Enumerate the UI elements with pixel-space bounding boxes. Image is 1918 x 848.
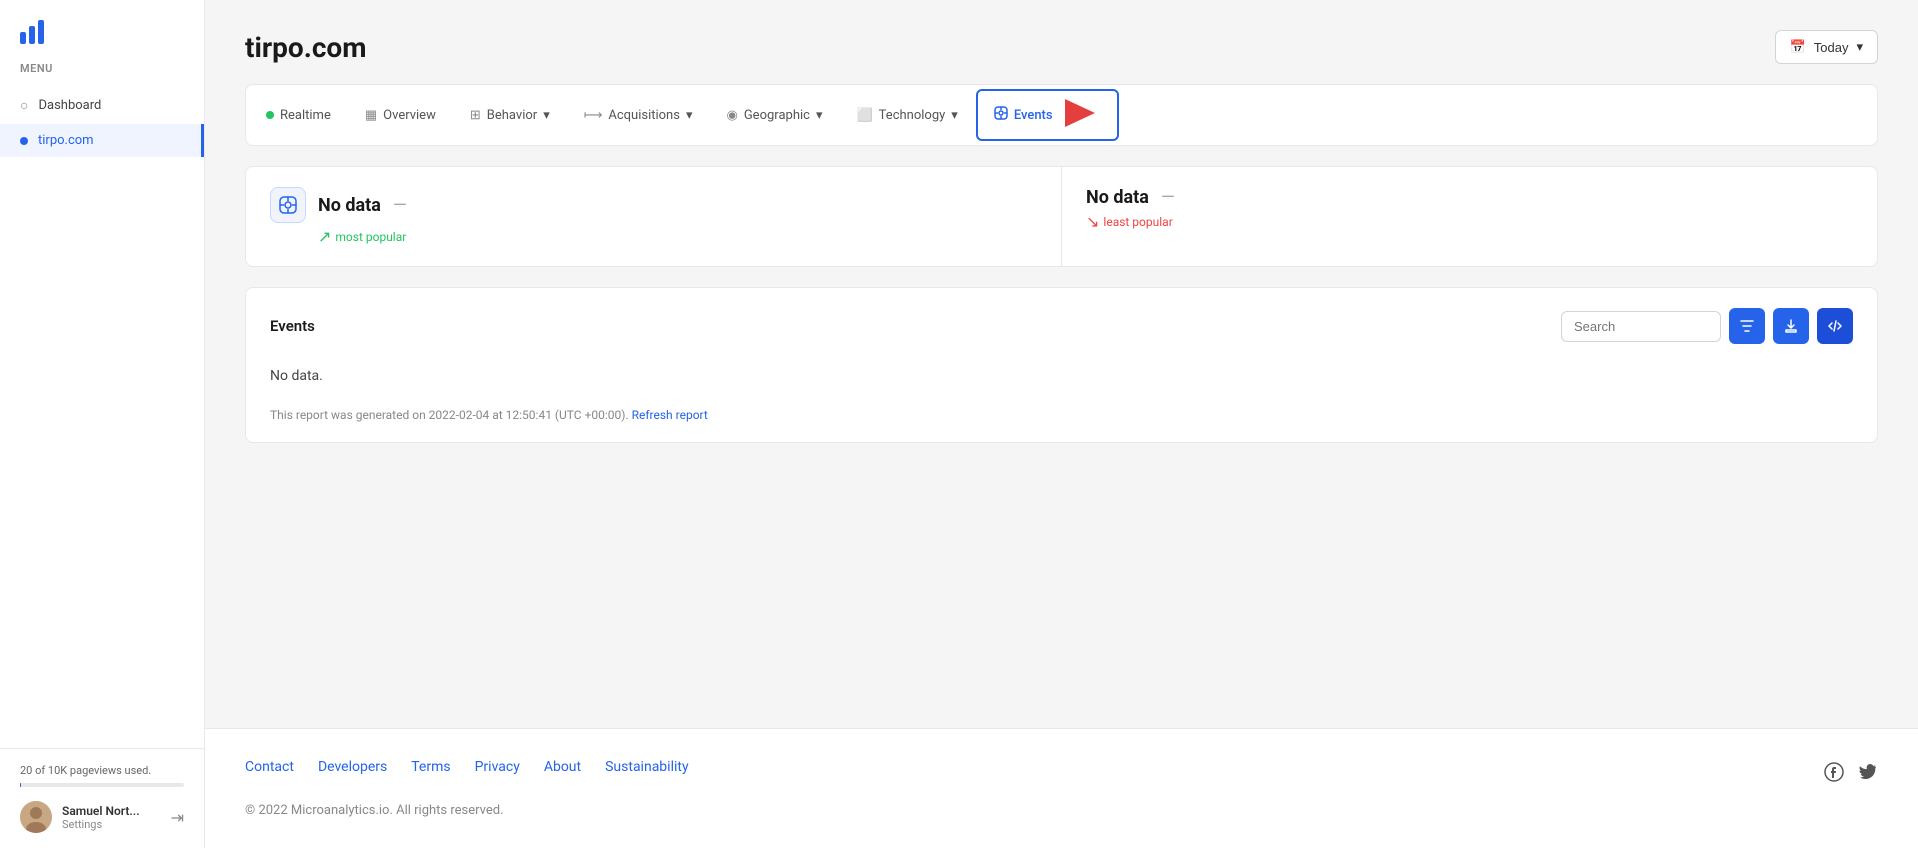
page-header: tirpo.com 📅 Today ▾: [245, 30, 1878, 64]
code-button[interactable]: [1817, 308, 1853, 344]
site-label: tirpo.com: [38, 133, 94, 148]
events-title: Events: [270, 317, 315, 335]
footer-link-sustainability[interactable]: Sustainability: [605, 759, 688, 775]
footer-link-contact[interactable]: Contact: [245, 759, 294, 775]
refresh-report-link[interactable]: Refresh report: [632, 408, 708, 422]
user-info: Samuel Nort... Settings: [62, 804, 161, 831]
page-title: tirpo.com: [245, 31, 366, 64]
user-name: Samuel Nort...: [62, 804, 161, 818]
tab-geographic[interactable]: ◉ Geographic ▾: [710, 100, 838, 131]
no-data-text: No data.: [270, 360, 1853, 392]
tab-events[interactable]: Events: [976, 89, 1119, 141]
realtime-dot: [266, 111, 274, 119]
sidebar-item-label: Dashboard: [38, 98, 101, 113]
facebook-icon[interactable]: [1824, 762, 1844, 787]
twitter-icon[interactable]: [1858, 762, 1878, 787]
sidebar: MENU ○ Dashboard tirpo.com 20 of 10K pag…: [0, 0, 205, 848]
report-meta: This report was generated on 2022-02-04 …: [270, 408, 1853, 422]
date-picker-label: Today: [1814, 40, 1849, 55]
stat-dash-popular: —: [393, 195, 407, 216]
logo-bar-1: [20, 32, 26, 44]
sidebar-bottom: 20 of 10K pageviews used. Samuel Nort...…: [0, 748, 204, 848]
footer-bottom-row: Contact Developers Terms Privacy About S…: [245, 759, 1878, 789]
nav-tabs: Realtime ▦ Overview ⊞ Behavior ▾ ⟼ Acqui…: [245, 84, 1878, 146]
events-section: Events: [245, 287, 1878, 443]
footer-copyright: © 2022 Microanalytics.io. All rights res…: [245, 803, 504, 818]
stat-value-least: No data: [1086, 187, 1149, 208]
tab-technology[interactable]: ⬜ Technology ▾: [840, 100, 973, 131]
stat-header-popular: No data —: [270, 187, 1037, 223]
tab-geographic-label: Geographic: [744, 108, 810, 123]
stat-icon-popular: [270, 187, 306, 223]
download-button[interactable]: [1773, 308, 1809, 344]
behavior-icon: ⊞: [470, 108, 481, 123]
events-header: Events: [270, 308, 1853, 344]
tab-acquisitions-label: Acquisitions: [608, 108, 680, 123]
stat-label-popular: most popular: [335, 230, 406, 244]
user-row: Samuel Nort... Settings ⇥: [20, 801, 184, 833]
calendar-icon: 📅: [1790, 39, 1806, 55]
site-dot: [20, 137, 28, 145]
pageviews-bar: [20, 783, 184, 787]
behavior-chevron-icon: ▾: [543, 108, 550, 123]
overview-icon: ▦: [365, 108, 377, 123]
tab-behavior[interactable]: ⊞ Behavior ▾: [454, 100, 566, 131]
footer-link-privacy[interactable]: Privacy: [475, 759, 520, 775]
menu-label: MENU: [0, 54, 204, 87]
filter-button[interactable]: [1729, 308, 1765, 344]
content-area: tirpo.com 📅 Today ▾ Realtime ▦ Overview …: [205, 0, 1918, 728]
footer-social: [1824, 762, 1878, 787]
search-input[interactable]: [1561, 311, 1721, 342]
red-arrow-indicator: [1065, 99, 1101, 131]
arrow-down-icon: ↘: [1086, 212, 1099, 231]
tab-overview-label: Overview: [383, 108, 436, 123]
tab-realtime[interactable]: Realtime: [250, 100, 347, 131]
events-controls: [1561, 308, 1853, 344]
arrow-up-icon: ↗: [318, 227, 331, 246]
footer: Contact Developers Terms Privacy About S…: [205, 728, 1918, 848]
acquisitions-icon: ⟼: [584, 108, 603, 123]
tab-realtime-label: Realtime: [280, 108, 331, 123]
pageviews-text: 20 of 10K pageviews used.: [20, 764, 184, 777]
stats-row: No data — ↗ most popular No data — ↘ lea…: [245, 166, 1878, 267]
logo-bar-2: [29, 26, 35, 44]
events-icon: [994, 106, 1008, 124]
user-settings-label: Settings: [62, 818, 161, 831]
tab-overview[interactable]: ▦ Overview: [349, 100, 452, 131]
stat-dash-least: —: [1161, 187, 1175, 208]
tab-events-label: Events: [1014, 108, 1053, 123]
logo-bar-3: [38, 20, 44, 44]
stat-header-least: No data —: [1086, 187, 1853, 208]
main-content: tirpo.com 📅 Today ▾ Realtime ▦ Overview …: [205, 0, 1918, 848]
acquisitions-chevron-icon: ▾: [686, 108, 693, 123]
chevron-down-icon: ▾: [1856, 39, 1863, 55]
search-wrapper: [1561, 311, 1721, 342]
report-text: This report was generated on 2022-02-04 …: [270, 408, 629, 422]
sidebar-logo: [0, 0, 204, 54]
dashboard-icon: ○: [20, 97, 28, 114]
logout-icon[interactable]: ⇥: [171, 808, 184, 827]
footer-link-terms[interactable]: Terms: [411, 759, 450, 775]
footer-links: Contact Developers Terms Privacy About S…: [245, 759, 689, 775]
geographic-icon: ◉: [726, 108, 737, 123]
stat-card-popular: No data — ↗ most popular: [246, 167, 1062, 266]
stat-card-least: No data — ↘ least popular: [1062, 167, 1877, 266]
logo-icon: [20, 20, 44, 44]
tab-technology-label: Technology: [879, 108, 946, 123]
stat-value-popular: No data: [318, 195, 381, 216]
date-picker-button[interactable]: 📅 Today ▾: [1775, 30, 1878, 64]
tab-acquisitions[interactable]: ⟼ Acquisitions ▾: [568, 100, 709, 131]
footer-link-about[interactable]: About: [544, 759, 581, 775]
sidebar-item-dashboard[interactable]: ○ Dashboard: [0, 87, 204, 124]
sidebar-item-site[interactable]: tirpo.com: [0, 124, 204, 157]
stat-label-least: least popular: [1103, 215, 1172, 229]
tab-behavior-label: Behavior: [487, 108, 537, 123]
avatar: [20, 801, 52, 833]
technology-icon: ⬜: [856, 108, 872, 123]
geographic-chevron-icon: ▾: [816, 108, 823, 123]
technology-chevron-icon: ▾: [951, 108, 958, 123]
footer-link-developers[interactable]: Developers: [318, 759, 387, 775]
